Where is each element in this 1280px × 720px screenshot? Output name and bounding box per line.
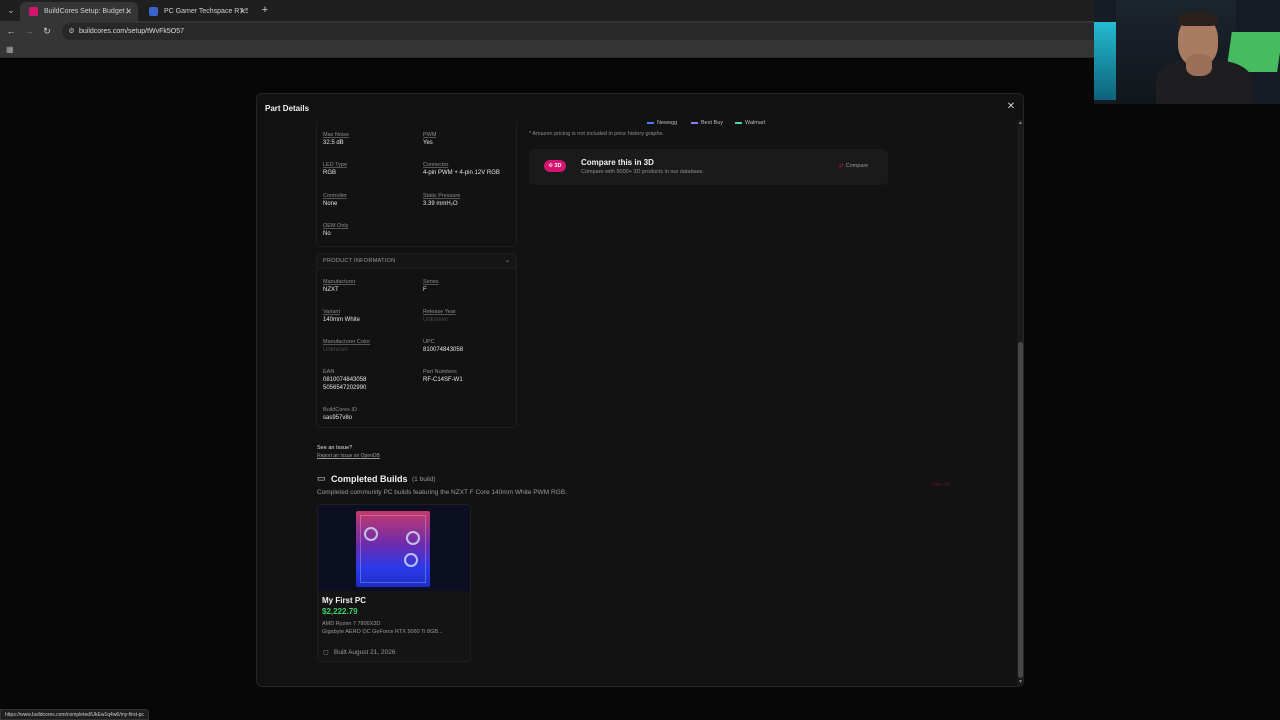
info-manufacturer-color: Manufacturer Color Unknown xyxy=(323,339,371,353)
completed-builds-subtitle: Completed community PC builds featuring … xyxy=(317,489,567,496)
reload-icon[interactable]: ↻ xyxy=(40,24,54,38)
build-price: $2,222.79 xyxy=(322,607,358,616)
status-bar-url: https://www.buildcores.com/completed/UkE… xyxy=(0,709,149,720)
view-all-link[interactable]: View all xyxy=(931,482,950,488)
scroll-down-icon[interactable]: ▼ xyxy=(1018,679,1023,685)
fan-icon xyxy=(404,553,418,567)
monitor-icon: ▭ xyxy=(317,473,326,483)
compare-subtitle: Compare with 5000+ 3D products in our da… xyxy=(581,169,705,175)
site-info-icon[interactable]: ⚙ xyxy=(66,26,77,37)
compare-button[interactable]: ⇄ Compare xyxy=(839,160,868,172)
pc-glass-panel xyxy=(360,515,426,583)
apps-grid-icon[interactable]: ▦ xyxy=(6,45,15,54)
build-photo[interactable] xyxy=(318,505,470,591)
neon-light xyxy=(1094,22,1116,100)
product-information-header[interactable]: PRODUCT INFORMATION ⌄ xyxy=(317,254,516,269)
specifications-card: Max Noise 32.5 dB PWM Yes LED Type RGB C… xyxy=(316,121,517,247)
product-information-card: PRODUCT INFORMATION ⌄ Manufacturer NZXT … xyxy=(316,253,517,428)
modal-title: Part Details xyxy=(265,104,310,113)
compare-title: Compare this in 3D xyxy=(581,158,654,167)
info-variant: Variant 140mm White xyxy=(323,309,361,323)
legend-newegg[interactable]: Newegg xyxy=(647,119,677,127)
spec-connector: Connector 4-pin PWM + 4-pin 12V RGB xyxy=(423,162,500,176)
spec-oem-only: OEM Only No xyxy=(323,223,349,237)
close-tab-icon[interactable]: ✕ xyxy=(125,2,132,21)
build-card[interactable]: My First PC $2,222.79 AMD Ryzen 7 7800X3… xyxy=(317,504,471,662)
tab-title: BuildCores Setup: Budget $44... xyxy=(44,8,128,15)
browser-tab-active[interactable]: BuildCores Setup: Budget $44... ✕ xyxy=(20,2,138,21)
spec-led-type: LED Type RGB xyxy=(323,162,348,176)
build-date: Built August 21, 2026 xyxy=(334,649,396,656)
tab-title: PC Gamer Techspace R7 5700X... xyxy=(164,8,248,15)
streamer-hand xyxy=(1186,54,1212,76)
build-gpu: Gigabyte AERO OC GeForce RTX 5060 Ti 8GB… xyxy=(322,629,443,635)
legend-best-buy[interactable]: Best Buy xyxy=(691,119,723,127)
legend-swatch xyxy=(691,121,698,124)
info-ean: EAN 0810074843058 5056547202990 xyxy=(323,369,367,391)
tab-search-icon[interactable]: ⌄ xyxy=(4,4,18,17)
completed-builds-count: (1 build) xyxy=(412,476,436,483)
legend-walmart[interactable]: Walmart xyxy=(735,119,765,127)
pcgamer-favicon-icon xyxy=(149,7,158,16)
legend-swatch xyxy=(647,121,654,124)
url-text[interactable]: buildcores.com/setup/tWvFk5O57 xyxy=(79,23,184,40)
spec-pwm: PWM Yes xyxy=(423,132,437,146)
compare-3d-card[interactable]: ⟐ 3D Compare this in 3D Compare with 500… xyxy=(529,149,888,185)
info-upc: UPC 810074843058 xyxy=(423,339,464,353)
browser-tab[interactable]: PC Gamer Techspace R7 5700X... ✕ xyxy=(140,2,252,21)
section-heading: PRODUCT INFORMATION xyxy=(323,258,396,264)
chevron-down-icon[interactable]: ⌄ xyxy=(505,254,510,269)
compare-icon: ⇄ xyxy=(839,163,844,169)
fan-icon xyxy=(406,531,420,545)
spec-max-noise: Max Noise 32.5 dB xyxy=(323,132,349,146)
completed-builds-title: Completed Builds xyxy=(331,474,408,484)
build-name[interactable]: My First PC xyxy=(322,596,366,605)
modal-scrollbar[interactable]: ▲ ▼ xyxy=(1017,120,1023,686)
amazon-pricing-note: * Amazon pricing is not included in pric… xyxy=(529,131,664,137)
fan-icon xyxy=(364,527,378,541)
info-buildcores-id: BuildCores ID sas957v8o xyxy=(323,407,357,421)
webcam-overlay xyxy=(1094,0,1280,104)
close-tab-icon[interactable]: ✕ xyxy=(239,2,246,21)
scroll-up-icon[interactable]: ▲ xyxy=(1018,120,1023,126)
browser-toolbar: ← → ↻ ⚙ buildcores.com/setup/tWvFk5O57 xyxy=(0,21,1280,42)
cube-3d-icon: ⟐ 3D xyxy=(544,160,566,172)
spec-controller: Controller None xyxy=(323,193,347,207)
forward-arrow-icon[interactable]: → xyxy=(22,24,36,38)
new-tab-icon[interactable]: + xyxy=(258,2,272,18)
issue-question: See an Issue? xyxy=(317,445,353,451)
address-bar[interactable]: ⚙ buildcores.com/setup/tWvFk5O57 xyxy=(62,23,1102,40)
back-arrow-icon[interactable]: ← xyxy=(4,24,18,38)
streamer-hair xyxy=(1178,12,1218,26)
calendar-icon: ▢ xyxy=(323,650,329,656)
report-issue-link[interactable]: Report an Issue on OpenDB xyxy=(317,453,380,459)
close-icon[interactable]: ✕ xyxy=(1005,101,1017,113)
info-release-year: Release Year Unknown xyxy=(423,309,456,323)
info-part-numbers: Part Numbers RF-C14SF-W1 xyxy=(423,369,463,383)
legend-swatch xyxy=(735,121,742,124)
bookmarks-bar: ▦ xyxy=(0,42,1280,58)
spec-static-pressure: Static Pressure 3.39 mmH₂O xyxy=(423,193,461,207)
info-series: Series F xyxy=(423,279,439,293)
buildcores-favicon-icon xyxy=(29,7,38,16)
part-details-modal: Part Details ✕ Max Noise 32.5 dB PWM Yes… xyxy=(256,93,1024,687)
browser-tab-bar: ⌄ BuildCores Setup: Budget $44... ✕ PC G… xyxy=(0,0,1280,21)
scrollbar-thumb[interactable] xyxy=(1018,342,1023,678)
build-cpu: AMD Ryzen 7 7800X3D xyxy=(322,621,381,627)
info-manufacturer: Manufacturer NZXT xyxy=(323,279,356,293)
